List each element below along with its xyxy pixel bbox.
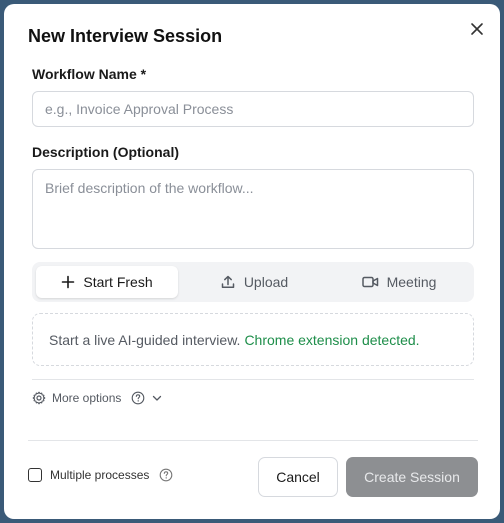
chevron-down-icon (151, 392, 163, 404)
tab-label: Upload (243, 274, 289, 290)
notice-text: Start a live AI-guided interview. (49, 331, 241, 348)
help-icon[interactable] (159, 468, 173, 482)
tab-upload[interactable]: Upload (182, 266, 326, 298)
help-icon (131, 391, 145, 405)
footer-divider (28, 440, 478, 441)
tab-start-fresh[interactable]: Start Fresh (36, 266, 178, 298)
dialog-title: New Interview Session (28, 26, 223, 46)
multiple-processes-label: Multiple processes (50, 468, 150, 482)
cancel-button[interactable]: Cancel (258, 457, 338, 497)
mode-tabs: Start Fresh Upload Meeting (32, 262, 474, 302)
close-icon[interactable] (468, 20, 486, 38)
tab-label: Meeting (386, 274, 437, 290)
more-options-label: More options (52, 391, 122, 405)
more-options-toggle[interactable]: More options (32, 391, 163, 405)
workflow-name-input[interactable] (32, 91, 474, 127)
multiple-processes-checkbox[interactable] (28, 468, 42, 482)
divider (32, 379, 474, 380)
interview-notice: Start a live AI-guided interview. Chrome… (32, 313, 474, 366)
workflow-name-label: Workflow Name * (32, 66, 147, 82)
gear-icon (32, 391, 46, 405)
extension-status: Chrome extension detected. (244, 331, 420, 348)
description-textarea[interactable] (32, 169, 474, 249)
description-label: Description (Optional) (32, 144, 179, 160)
tab-meeting[interactable]: Meeting (328, 266, 470, 298)
new-interview-dialog: New Interview Session Workflow Name * De… (4, 4, 500, 519)
upload-icon (220, 274, 236, 290)
window-frame: New Interview Session Workflow Name * De… (0, 0, 504, 523)
plus-icon (61, 275, 75, 289)
multiple-processes-option: Multiple processes (28, 468, 173, 482)
create-session-button[interactable]: Create Session (346, 457, 478, 497)
video-icon (361, 275, 379, 289)
tab-label: Start Fresh (83, 274, 153, 290)
